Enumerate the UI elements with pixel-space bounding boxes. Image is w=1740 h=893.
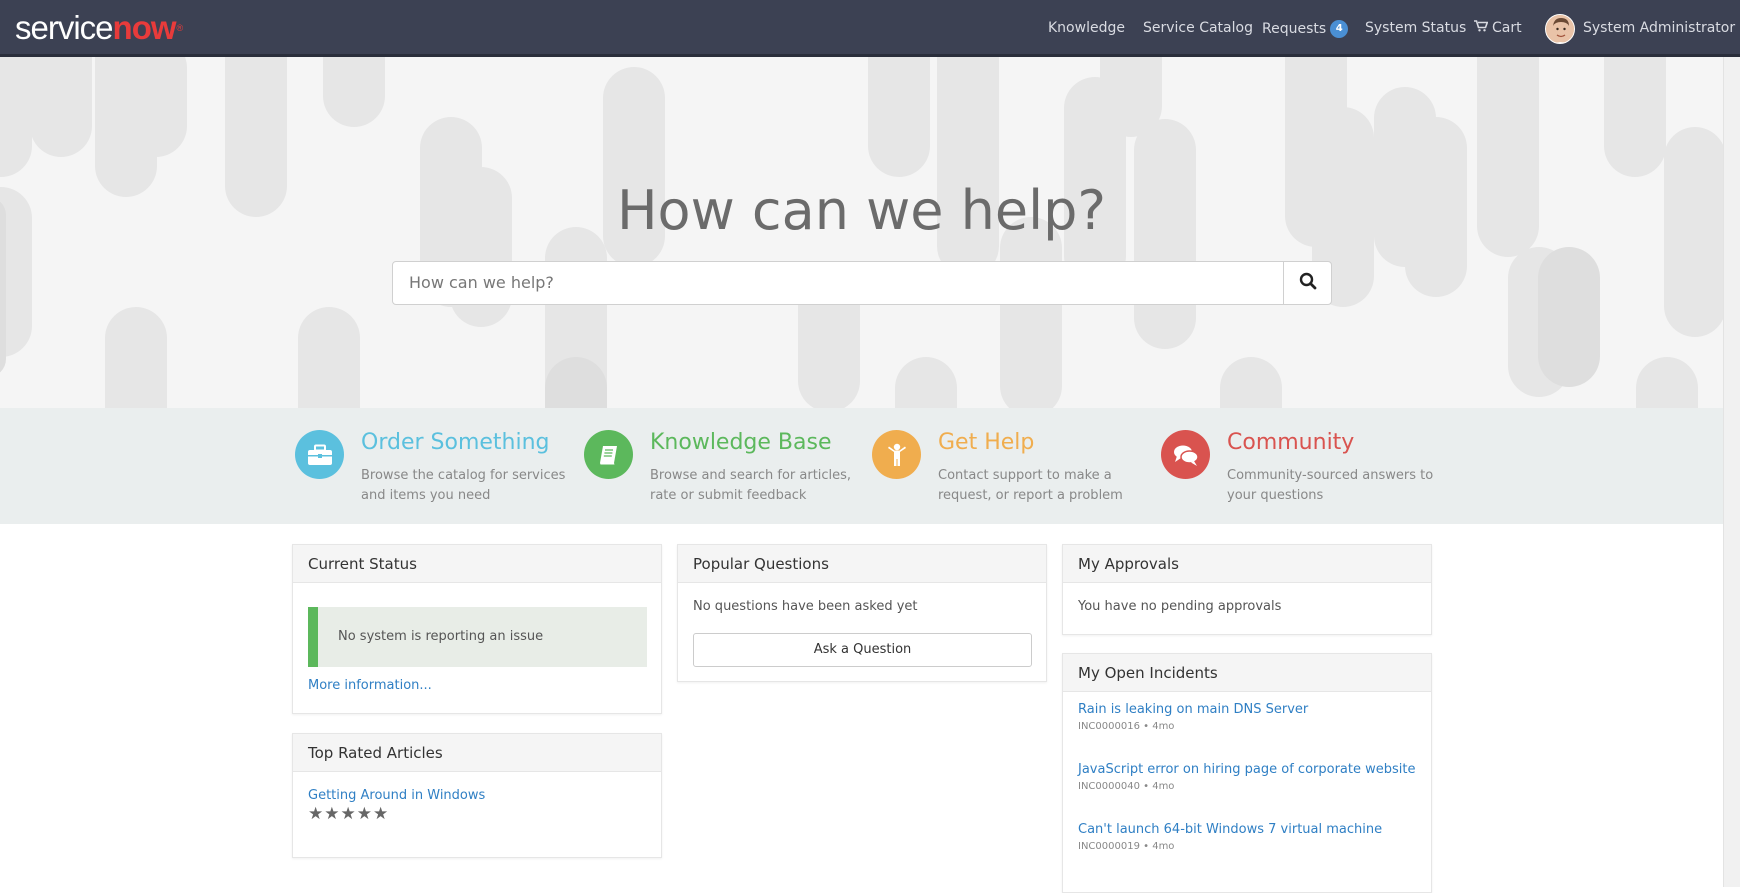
feature-title: Community xyxy=(1227,430,1355,455)
page-scrollbar[interactable] xyxy=(1723,57,1740,887)
article-link[interactable]: Getting Around in Windows xyxy=(308,788,485,803)
more-information-link[interactable]: More information... xyxy=(308,678,432,693)
feature-title: Order Something xyxy=(361,430,550,455)
feature-description: Browse the catalog for services and item… xyxy=(361,468,566,503)
popular-questions-panel: Popular Questions No questions have been… xyxy=(677,544,1047,682)
nav-requests[interactable]: Requests 4 xyxy=(1262,20,1349,38)
no-approvals-text: You have no pending approvals xyxy=(1078,599,1282,614)
decor-pill xyxy=(895,357,957,408)
nav-service-catalog[interactable]: Service Catalog xyxy=(1143,20,1253,36)
book-icon xyxy=(584,430,633,479)
panel-title: Current Status xyxy=(293,545,661,583)
incident-title-link[interactable]: JavaScript error on hiring page of corpo… xyxy=(1078,762,1415,777)
panel-title: My Approvals xyxy=(1063,545,1431,583)
hero-banner: How can we help? How can we help? xyxy=(0,57,1723,408)
decor-pill xyxy=(1636,357,1698,408)
decor-pill xyxy=(0,57,32,177)
briefcase-icon xyxy=(295,430,344,479)
requests-count-badge: 4 xyxy=(1330,20,1349,38)
ask-question-button[interactable]: Ask a Question xyxy=(693,633,1032,667)
person-raised-icon xyxy=(872,430,921,479)
cart-icon xyxy=(1474,20,1489,36)
star-rating: ★★★★★ xyxy=(308,804,390,824)
servicenow-logo[interactable]: servicenow® xyxy=(15,10,183,46)
current-status-panel: Current Status No system is reporting an… xyxy=(292,544,662,714)
decor-pill xyxy=(1000,217,1062,408)
incident-item[interactable]: Rain is leaking on main DNS Server INC00… xyxy=(1078,702,1308,732)
incident-item[interactable]: JavaScript error on hiring page of corpo… xyxy=(1078,762,1415,792)
decor-pill xyxy=(125,57,187,157)
chat-bubbles-icon xyxy=(1161,430,1210,479)
search-input[interactable]: How can we help? xyxy=(392,261,1285,305)
nav-system-status[interactable]: System Status xyxy=(1365,20,1466,36)
feature-title: Knowledge Base xyxy=(650,430,832,455)
nav-cart-label: Cart xyxy=(1492,20,1522,36)
my-open-incidents-panel: My Open Incidents Rain is leaking on mai… xyxy=(1062,653,1432,893)
feature-description: Contact support to make a request, or re… xyxy=(938,468,1123,503)
incident-meta: INC0000040 • 4mo xyxy=(1078,781,1175,792)
incident-meta: INC0000016 • 4mo xyxy=(1078,721,1175,732)
top-rated-articles-panel: Top Rated Articles Getting Around in Win… xyxy=(292,733,662,858)
decor-pill xyxy=(30,57,92,157)
incident-title-link[interactable]: Rain is leaking on main DNS Server xyxy=(1078,702,1308,717)
decor-pill xyxy=(323,57,385,127)
incident-title-link[interactable]: Can't launch 64-bit Windows 7 virtual ma… xyxy=(1078,822,1382,837)
decor-pill xyxy=(937,57,999,277)
feature-title: Get Help xyxy=(938,430,1035,455)
feature-description: Browse and search for articles, rate or … xyxy=(650,468,852,503)
my-approvals-panel: My Approvals You have no pending approva… xyxy=(1062,544,1432,635)
decor-pill xyxy=(1604,57,1666,177)
nav-cart[interactable]: Cart xyxy=(1474,20,1522,36)
top-navbar: servicenow® Knowledge Service Catalog Re… xyxy=(0,0,1740,57)
decor-pill xyxy=(105,307,167,408)
decor-pill xyxy=(298,307,360,408)
search-icon xyxy=(1299,272,1317,294)
feature-description: Community-sourced answers to your questi… xyxy=(1227,468,1434,503)
user-avatar[interactable] xyxy=(1545,14,1575,44)
decor-pill xyxy=(1220,357,1282,408)
status-alert: No system is reporting an issue xyxy=(308,607,647,667)
search-button[interactable] xyxy=(1283,261,1332,305)
decor-pill xyxy=(868,57,930,177)
panel-title: Popular Questions xyxy=(678,545,1046,583)
feature-band: Order Something Browse the catalog for s… xyxy=(0,408,1723,524)
no-questions-text: No questions have been asked yet xyxy=(693,599,918,614)
hero-title: How can we help? xyxy=(616,179,1107,242)
nav-user-name[interactable]: System Administrator xyxy=(1583,20,1735,36)
panel-title: Top Rated Articles xyxy=(293,734,661,772)
decor-pill xyxy=(1538,247,1600,387)
nav-knowledge[interactable]: Knowledge xyxy=(1048,20,1125,36)
incident-item[interactable]: Can't launch 64-bit Windows 7 virtual ma… xyxy=(1078,822,1382,852)
incident-meta: INC0000019 • 4mo xyxy=(1078,841,1175,852)
nav-requests-label: Requests xyxy=(1262,21,1327,37)
panel-title: My Open Incidents xyxy=(1063,654,1431,692)
